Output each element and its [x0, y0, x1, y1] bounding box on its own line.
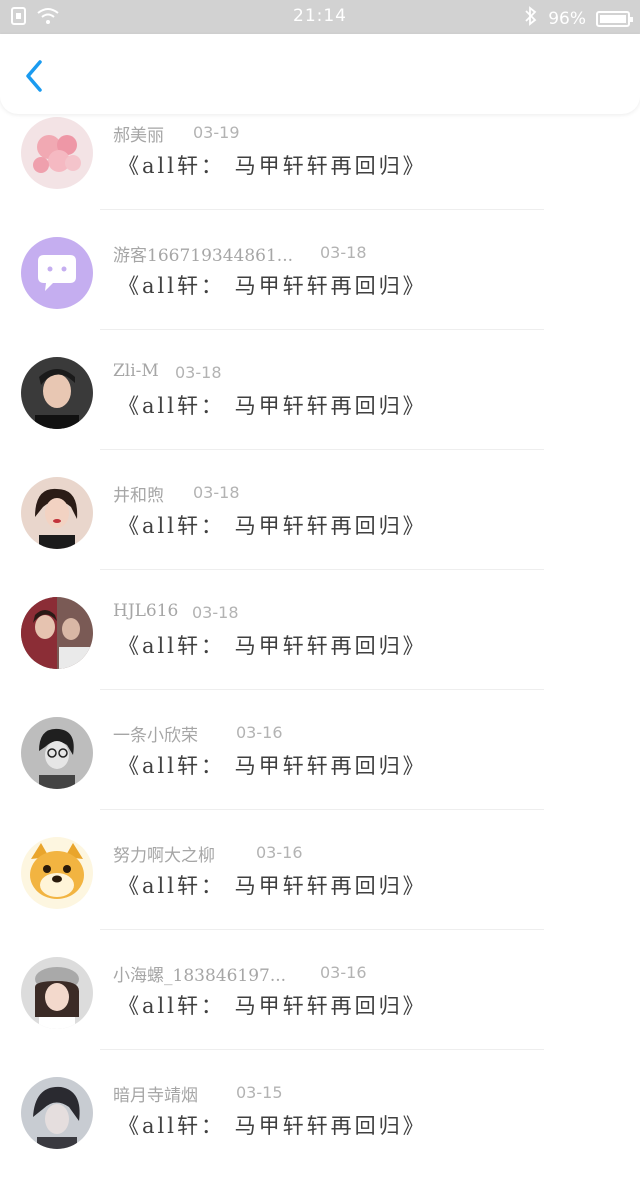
comment-title[interactable]: 《all轩： 马甲轩轩再回归》: [118, 510, 427, 540]
user-name[interactable]: 小海螺_183846197...: [113, 961, 286, 986]
comment-date: 03-16: [256, 843, 303, 862]
bluetooth-icon: [524, 6, 538, 31]
pink-balloons-avatar[interactable]: [21, 117, 93, 189]
comment-date: 03-18: [175, 363, 222, 382]
comment-date: 03-15: [236, 1083, 283, 1102]
user-name[interactable]: 努力啊大之柳: [113, 841, 215, 866]
comment-date: 03-16: [320, 963, 367, 982]
divider: [100, 449, 544, 450]
comment-title[interactable]: 《all轩： 马甲轩轩再回归》: [118, 990, 427, 1020]
list-item[interactable]: 努力啊大之柳 03-16 《all轩： 马甲轩轩再回归》: [0, 828, 640, 948]
comment-title[interactable]: 《all轩： 马甲轩轩再回归》: [118, 150, 427, 180]
comment-date: 03-18: [193, 483, 240, 502]
list-item[interactable]: 一条小欣荣 03-16 《all轩： 马甲轩轩再回归》: [0, 708, 640, 828]
battery-percent: 96%: [548, 8, 586, 29]
doge-avatar[interactable]: [21, 837, 93, 909]
divider: [100, 209, 544, 210]
portrait-avatar[interactable]: [21, 1077, 93, 1149]
divider: [100, 929, 544, 930]
comment-date: 03-18: [320, 243, 367, 262]
comment-title[interactable]: 《all轩： 马甲轩轩再回归》: [118, 390, 427, 420]
chevron-left-icon: [18, 60, 54, 100]
portrait-avatar[interactable]: [21, 597, 93, 669]
comment-date: 03-19: [193, 123, 240, 142]
user-name[interactable]: HJL616: [113, 601, 178, 621]
user-name[interactable]: 一条小欣荣: [113, 721, 198, 746]
back-button[interactable]: [18, 56, 54, 96]
list-item[interactable]: 小海螺_183846197... 03-16 《all轩： 马甲轩轩再回归》: [0, 948, 640, 1068]
list-item[interactable]: HJL616 03-18 《all轩： 马甲轩轩再回归》: [0, 588, 640, 708]
comment-title[interactable]: 《all轩： 马甲轩轩再回归》: [118, 270, 427, 300]
divider: [100, 809, 544, 810]
chat-bubble-avatar[interactable]: [21, 237, 93, 309]
list-item[interactable]: 暗月寺靖烟 03-15 《all轩： 马甲轩轩再回归》: [0, 1068, 640, 1188]
status-bar: 21:14 96%: [0, 0, 640, 34]
user-name[interactable]: 井和煦: [113, 481, 164, 506]
battery-icon: [596, 10, 633, 27]
status-right-icons: 96%: [524, 6, 633, 31]
list-item[interactable]: 井和煦 03-18 《all轩： 马甲轩轩再回归》: [0, 468, 640, 588]
divider: [100, 569, 544, 570]
comment-date: 03-18: [192, 603, 239, 622]
list-item[interactable]: 郝美丽 03-19 《all轩： 马甲轩轩再回归》: [0, 108, 640, 228]
comment-list: 郝美丽 03-19 《all轩： 马甲轩轩再回归》 游客166719344861…: [0, 108, 640, 1188]
comment-title[interactable]: 《all轩： 马甲轩轩再回归》: [118, 630, 427, 660]
portrait-avatar[interactable]: [21, 357, 93, 429]
portrait-avatar[interactable]: [21, 477, 93, 549]
list-item[interactable]: 游客166719344861... 03-18 《all轩： 马甲轩轩再回归》: [0, 228, 640, 348]
user-name[interactable]: 郝美丽: [113, 121, 164, 146]
comment-title[interactable]: 《all轩： 马甲轩轩再回归》: [118, 1110, 427, 1140]
divider: [100, 329, 544, 330]
comment-title[interactable]: 《all轩： 马甲轩轩再回归》: [118, 870, 427, 900]
divider: [100, 1049, 544, 1050]
portrait-avatar[interactable]: [21, 717, 93, 789]
user-name[interactable]: Zli-M: [113, 361, 159, 381]
list-item[interactable]: Zli-M 03-18 《all轩： 马甲轩轩再回归》: [0, 348, 640, 468]
comment-date: 03-16: [236, 723, 283, 742]
user-name[interactable]: 暗月寺靖烟: [113, 1081, 198, 1106]
comment-title[interactable]: 《all轩： 马甲轩轩再回归》: [118, 750, 427, 780]
divider: [100, 689, 544, 690]
header: [0, 34, 640, 114]
portrait-avatar[interactable]: [21, 957, 93, 1029]
user-name[interactable]: 游客166719344861...: [113, 241, 293, 266]
